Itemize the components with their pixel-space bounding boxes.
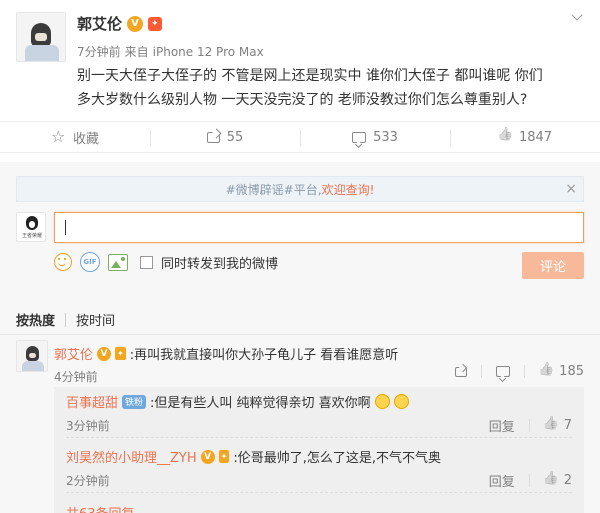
comment-text: :再叫我就直接叫你大孙子龟儿子 看看谁愿意听 [129,348,399,363]
action-divider [481,365,483,378]
post-meta: 7分钟前 来自 iPhone 12 Pro Max [77,43,268,60]
reply-divider [66,492,572,493]
like-icon [544,419,558,433]
weibo-post: 郭艾伦 V ✦ 7分钟前 来自 iPhone 12 Pro Max 别一天大侄子大侄… [0,0,600,115]
reply-text: :伦哥最帅了,怎么了这是,不气不气奥 [233,451,441,466]
sort-by-hot[interactable]: 按热度 [16,310,55,329]
chevron-down-icon[interactable] [570,10,584,24]
comment-time: 4分钟前 [54,370,98,384]
source-prefix: 来自 [124,45,149,59]
reply-line: 刘昊然的小助理__ZYH V ✦ :伦哥最帅了,怎么了这是,不气不气奥 [66,447,441,466]
favorite-label: 收藏 [72,131,99,147]
level-badge-icon: ✦ [115,347,126,360]
notice-banner: #微博辟谣#平台, 欢迎查询! × [16,176,584,202]
emoji-icon[interactable] [54,253,72,271]
action-divider [528,474,530,487]
post-time[interactable]: 7分钟前 [77,45,121,59]
reply-button[interactable]: 回复 [489,416,515,435]
image-icon[interactable] [108,253,128,271]
sort-divider [65,312,67,327]
verified-badge-icon: V [127,15,144,32]
like-count: 1847 [518,129,553,145]
post-text: 别一天大侄子大侄子的 不管是网上还是现实中 谁你们大侄子 都叫谁呢 你们多大岁数… [77,68,543,108]
like-icon [544,474,558,488]
emoji-icon [393,394,409,409]
reply-actions: 回复 2 [489,471,572,490]
reply-list: 百事超甜 铁粉 :但是有些人叫 纯粹觉得亲切 喜欢你啊 3分钟前 回复 7 刘昊… [54,387,584,513]
reply-user[interactable]: 百事超甜 [66,392,118,411]
reply-time: 2分钟前 [66,474,110,488]
reply-like-count: 7 [563,418,572,433]
share-icon[interactable] [455,366,468,377]
reply-divider [66,437,572,438]
verified-badge-icon: V [97,346,112,361]
like-icon [539,365,553,379]
like-icon [498,130,512,144]
close-icon[interactable]: × [565,181,577,197]
my-avatar-caption: 王者荣耀 [21,233,42,239]
reply-like-button[interactable]: 2 [544,473,572,488]
repost-checkbox-label[interactable]: 同时转发到我的微博 [161,253,278,272]
action-divider [524,365,526,378]
comment-item: 郭艾伦 V ✦ :再叫我就直接叫你大孙子龟儿子 看看谁愿意听 4分钟前 185 [0,340,600,385]
repost-button[interactable]: 55 [150,122,300,152]
comment-avatar[interactable] [16,340,48,372]
more-replies-link[interactable]: 共63条回复 [66,503,135,513]
reply-button[interactable]: 回复 [489,471,515,490]
star-icon [51,127,66,146]
action-divider [528,419,530,432]
author-avatar[interactable] [16,12,66,62]
verified-badge-icon: V [200,449,215,464]
reply-time: 3分钟前 [66,419,110,433]
notice-highlight[interactable]: 欢迎查询! [322,181,375,198]
level-badge-icon: ✦ [218,450,230,463]
comment-count: 533 [373,129,398,145]
comment-sort: 按热度 按时间 [0,305,600,335]
gif-icon[interactable]: GIF [80,252,100,272]
repost-count: 55 [226,129,244,145]
comment-line: 郭艾伦 V ✦ :再叫我就直接叫你大孙子龟儿子 看看谁愿意听 [54,344,398,363]
sort-by-time[interactable]: 按时间 [76,310,115,329]
reply-like-button[interactable]: 7 [544,418,572,433]
fan-badge: 铁粉 [122,394,147,409]
emoji-icon [374,394,390,409]
post-source: iPhone 12 Pro Max [152,45,264,59]
text-caret [65,220,66,235]
repost-checkbox[interactable] [140,255,153,269]
post-action-bar: 收藏 55 533 1847 [0,121,600,153]
comment-icon [352,131,367,143]
reply-user[interactable]: 刘昊然的小助理__ZYH [66,447,197,466]
like-button[interactable]: 1847 [450,122,600,152]
reply-like-count: 2 [563,473,572,488]
comment-icon[interactable] [496,366,511,377]
reply-actions: 回复 7 [489,416,572,435]
favorite-button[interactable]: 收藏 [0,122,150,152]
reply-text: :但是有些人叫 纯粹觉得亲切 喜欢你啊 [150,396,371,411]
level-badge-icon: ✦ [148,16,162,31]
share-icon [206,131,220,143]
my-avatar: 王者荣耀 [16,212,46,242]
comment-input[interactable] [54,212,584,243]
comment-like-count: 185 [559,364,584,379]
comment-button[interactable]: 533 [300,122,450,152]
comment-like-button[interactable]: 185 [539,364,584,379]
notice-tag[interactable]: #微博辟谣#平台, [226,181,322,198]
composer-tools: GIF 同时转发到我的微博 [54,252,278,272]
comment-user[interactable]: 郭艾伦 [54,344,93,363]
submit-comment-button[interactable]: 评论 [522,252,584,279]
author-name[interactable]: 郭艾伦 [77,13,122,34]
author-row: 郭艾伦 V ✦ [77,13,162,34]
reply-line: 百事超甜 铁粉 :但是有些人叫 纯粹觉得亲切 喜欢你啊 [66,392,409,411]
comment-actions: 185 [455,364,584,379]
